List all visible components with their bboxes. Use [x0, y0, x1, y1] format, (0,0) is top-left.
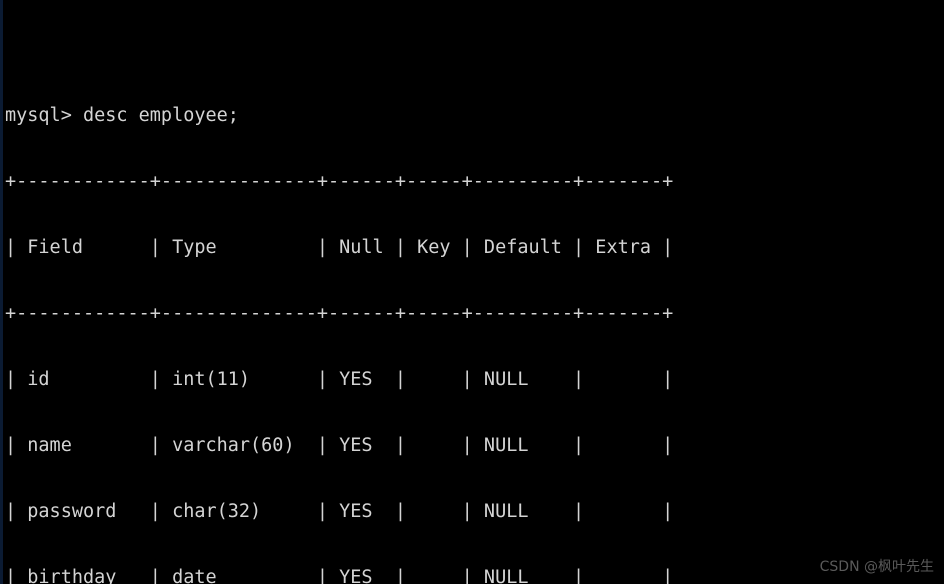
console-line-table-row: | password | char(32) | YES | | NULL | |: [5, 501, 674, 522]
window-left-edge: [0, 0, 3, 584]
console-line-table-header: | Field | Type | Null | Key | Default | …: [5, 237, 674, 258]
watermark: CSDN @枫叶先生: [819, 559, 934, 575]
console-line-table-row: | id | int(11) | YES | | NULL | |: [5, 369, 674, 390]
console-output[interactable]: mysql> desc employee; +------------+----…: [5, 0, 673, 584]
console-line: +------------+--------------+------+----…: [5, 303, 674, 324]
console-line-command: mysql> desc employee;: [5, 105, 239, 126]
terminal-window[interactable]: mysql> desc employee; +------------+----…: [0, 0, 944, 584]
console-line-table-row: | birthday | date | YES | | NULL | |: [5, 567, 674, 584]
console-line-table-row: | name | varchar(60) | YES | | NULL | |: [5, 435, 674, 456]
console-line: +------------+--------------+------+----…: [5, 171, 674, 192]
